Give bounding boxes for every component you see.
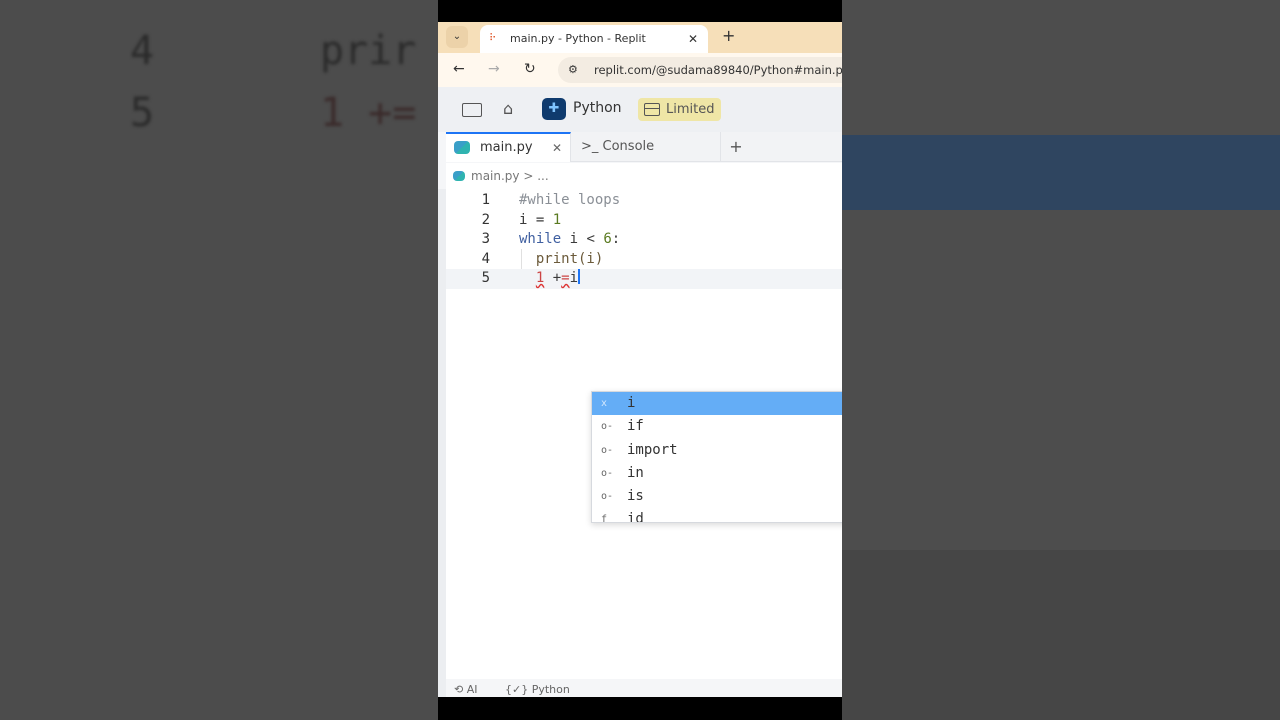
tab-main-py[interactable]: main.py ✕ <box>446 132 571 162</box>
code-line: 2i = 1 <box>481 211 562 228</box>
blurred-background-left: 4 prir 51 += <box>0 0 438 720</box>
keyword-icon: o- <box>601 467 614 479</box>
keyword-icon: o- <box>601 421 614 433</box>
code-line: 1 #while loops <box>481 192 621 208</box>
autocomplete-item[interactable]: o-in <box>592 462 842 485</box>
add-tab-button[interactable]: + <box>721 132 751 162</box>
sidebar-toggle-icon[interactable] <box>462 103 482 117</box>
blurred-background-right <box>842 0 1280 720</box>
blurred-code: 4 prir 51 += <box>130 28 417 136</box>
keyword-icon: o- <box>601 444 614 456</box>
autocomplete-popup: x i o-if o-import o-in o-is f id <box>591 391 842 523</box>
browser-tab[interactable]: ⠗ main.py - Python - Replit ✕ <box>480 25 708 53</box>
code-editor[interactable]: 1 #while loops 2i = 1 3 while i < 6: 4 pri… <box>446 189 842 679</box>
python-file-icon <box>454 141 470 154</box>
autocomplete-item[interactable]: o-import <box>592 439 842 462</box>
close-file-tab-icon[interactable]: ✕ <box>552 134 562 162</box>
plan-badge[interactable]: Limited <box>638 98 722 121</box>
site-settings-icon[interactable]: ⚙ <box>568 57 578 83</box>
text-cursor <box>578 269 580 284</box>
browser-tab-bar: ⌄ ⠗ main.py - Python - Replit ✕ + <box>438 22 842 53</box>
project-name[interactable]: Python <box>573 100 622 116</box>
forward-icon[interactable]: → <box>488 61 500 77</box>
code-line-current: 5 1 +=i <box>446 269 842 289</box>
ai-button[interactable]: ⟲ AI <box>454 683 490 696</box>
autocomplete-label: id <box>627 511 644 523</box>
code-line: 3 while i < 6: <box>481 231 621 247</box>
autocomplete-label: in <box>627 464 644 481</box>
breadcrumb: main.py > ... <box>446 163 842 189</box>
python-logo-icon: ✚ <box>542 98 566 120</box>
reload-icon[interactable]: ↻ <box>524 61 536 77</box>
tab-title: main.py - Python - Replit <box>510 32 646 45</box>
screen: ⌄ ⠗ main.py - Python - Replit ✕ + ← → ↻ … <box>438 0 842 720</box>
replit-favicon-icon: ⠗ <box>489 33 497 44</box>
code-line: 4 print(i) <box>481 250 604 267</box>
tab-console[interactable]: >_ Console <box>571 132 721 162</box>
language-indicator[interactable]: {✓} Python <box>505 683 582 696</box>
autocomplete-label: i <box>627 395 636 411</box>
replit-app: ⌂ ✚ Python Limited main.py ✕ >_ Console … <box>438 87 842 697</box>
file-tabs: main.py ✕ >_ Console + <box>446 132 842 162</box>
tab-search-button[interactable]: ⌄ <box>446 26 468 48</box>
autocomplete-label: is <box>627 488 644 505</box>
keyword-icon: o- <box>601 491 614 503</box>
server-icon <box>644 103 660 116</box>
python-file-icon <box>453 171 465 181</box>
autocomplete-item[interactable]: o-if <box>592 415 842 438</box>
new-tab-button[interactable]: + <box>722 26 735 45</box>
function-icon: f <box>601 514 608 523</box>
address-bar-row: ← → ↻ ⚙ replit.com/@sudama89840/Python#m… <box>438 53 842 87</box>
autocomplete-item[interactable]: o-is <box>592 485 842 508</box>
autocomplete-label: if <box>627 418 644 435</box>
terminal-icon: >_ <box>581 139 603 154</box>
autocomplete-item[interactable]: f id <box>592 508 842 523</box>
home-icon[interactable]: ⌂ <box>503 99 513 118</box>
close-tab-icon[interactable]: ✕ <box>688 25 698 53</box>
autocomplete-item[interactable]: xi <box>592 392 842 416</box>
app-header: ⌂ ✚ Python Limited <box>438 87 842 132</box>
url-field[interactable]: ⚙ replit.com/@sudama89840/Python#main.py <box>558 57 842 83</box>
autocomplete-label: import <box>627 441 678 458</box>
variable-icon: x <box>601 398 608 409</box>
status-bar: ⟲ AI {✓} Python <box>446 679 842 697</box>
back-icon[interactable]: ← <box>453 61 465 77</box>
